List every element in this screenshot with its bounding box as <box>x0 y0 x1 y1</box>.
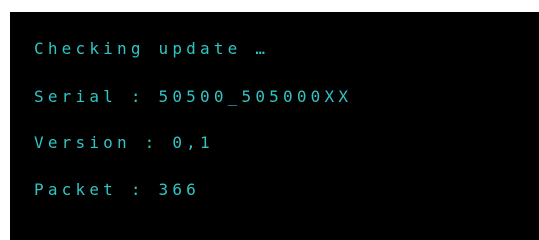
serial-line: Serial : 50500_505000XX <box>34 87 353 106</box>
console-screen: Checking update … Serial : 50500_505000X… <box>10 12 539 240</box>
version-line: Version : 0,1 <box>34 133 214 152</box>
status-line: Checking update … <box>34 39 270 58</box>
packet-line: Packet : 366 <box>34 180 200 199</box>
